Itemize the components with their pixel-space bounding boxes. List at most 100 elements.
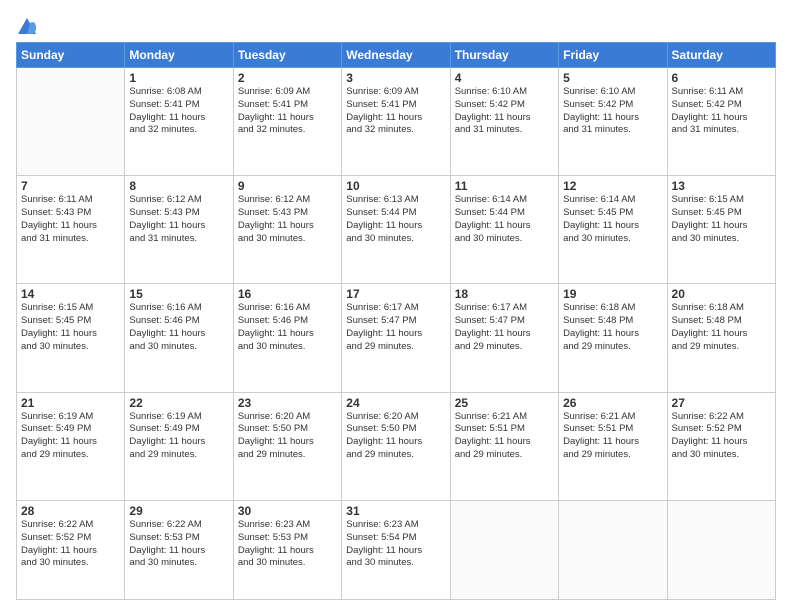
day-info: Sunrise: 6:22 AM Sunset: 5:52 PM Dayligh… xyxy=(672,411,771,462)
day-info: Sunrise: 6:20 AM Sunset: 5:50 PM Dayligh… xyxy=(238,411,337,462)
calendar-cell: 29Sunrise: 6:22 AM Sunset: 5:53 PM Dayli… xyxy=(125,500,233,599)
weekday-header-wednesday: Wednesday xyxy=(342,43,450,68)
day-info: Sunrise: 6:14 AM Sunset: 5:45 PM Dayligh… xyxy=(563,194,662,245)
day-info: Sunrise: 6:12 AM Sunset: 5:43 PM Dayligh… xyxy=(238,194,337,245)
calendar-week-row: 1Sunrise: 6:08 AM Sunset: 5:41 PM Daylig… xyxy=(17,68,776,176)
day-number: 11 xyxy=(455,179,554,193)
day-number: 1 xyxy=(129,71,228,85)
calendar-cell: 9Sunrise: 6:12 AM Sunset: 5:43 PM Daylig… xyxy=(233,176,341,284)
day-info: Sunrise: 6:22 AM Sunset: 5:52 PM Dayligh… xyxy=(21,519,120,570)
day-info: Sunrise: 6:17 AM Sunset: 5:47 PM Dayligh… xyxy=(346,302,445,353)
logo xyxy=(16,16,40,38)
weekday-header-tuesday: Tuesday xyxy=(233,43,341,68)
day-number: 28 xyxy=(21,504,120,518)
day-number: 16 xyxy=(238,287,337,301)
day-number: 3 xyxy=(346,71,445,85)
day-info: Sunrise: 6:21 AM Sunset: 5:51 PM Dayligh… xyxy=(455,411,554,462)
calendar-cell: 25Sunrise: 6:21 AM Sunset: 5:51 PM Dayli… xyxy=(450,392,558,500)
calendar-cell xyxy=(559,500,667,599)
calendar-header-row: SundayMondayTuesdayWednesdayThursdayFrid… xyxy=(17,43,776,68)
day-info: Sunrise: 6:14 AM Sunset: 5:44 PM Dayligh… xyxy=(455,194,554,245)
day-number: 21 xyxy=(21,396,120,410)
day-number: 24 xyxy=(346,396,445,410)
day-number: 29 xyxy=(129,504,228,518)
day-number: 15 xyxy=(129,287,228,301)
day-info: Sunrise: 6:19 AM Sunset: 5:49 PM Dayligh… xyxy=(21,411,120,462)
day-info: Sunrise: 6:17 AM Sunset: 5:47 PM Dayligh… xyxy=(455,302,554,353)
day-number: 23 xyxy=(238,396,337,410)
day-number: 18 xyxy=(455,287,554,301)
day-number: 12 xyxy=(563,179,662,193)
calendar-cell: 31Sunrise: 6:23 AM Sunset: 5:54 PM Dayli… xyxy=(342,500,450,599)
day-info: Sunrise: 6:23 AM Sunset: 5:54 PM Dayligh… xyxy=(346,519,445,570)
calendar-cell: 3Sunrise: 6:09 AM Sunset: 5:41 PM Daylig… xyxy=(342,68,450,176)
calendar-cell: 17Sunrise: 6:17 AM Sunset: 5:47 PM Dayli… xyxy=(342,284,450,392)
day-info: Sunrise: 6:20 AM Sunset: 5:50 PM Dayligh… xyxy=(346,411,445,462)
calendar-cell: 20Sunrise: 6:18 AM Sunset: 5:48 PM Dayli… xyxy=(667,284,775,392)
day-info: Sunrise: 6:16 AM Sunset: 5:46 PM Dayligh… xyxy=(129,302,228,353)
calendar-cell: 8Sunrise: 6:12 AM Sunset: 5:43 PM Daylig… xyxy=(125,176,233,284)
day-number: 27 xyxy=(672,396,771,410)
calendar-cell: 14Sunrise: 6:15 AM Sunset: 5:45 PM Dayli… xyxy=(17,284,125,392)
calendar-cell: 2Sunrise: 6:09 AM Sunset: 5:41 PM Daylig… xyxy=(233,68,341,176)
calendar-cell: 24Sunrise: 6:20 AM Sunset: 5:50 PM Dayli… xyxy=(342,392,450,500)
calendar-cell: 21Sunrise: 6:19 AM Sunset: 5:49 PM Dayli… xyxy=(17,392,125,500)
day-info: Sunrise: 6:15 AM Sunset: 5:45 PM Dayligh… xyxy=(21,302,120,353)
calendar-cell: 5Sunrise: 6:10 AM Sunset: 5:42 PM Daylig… xyxy=(559,68,667,176)
day-info: Sunrise: 6:19 AM Sunset: 5:49 PM Dayligh… xyxy=(129,411,228,462)
calendar-cell: 13Sunrise: 6:15 AM Sunset: 5:45 PM Dayli… xyxy=(667,176,775,284)
day-info: Sunrise: 6:09 AM Sunset: 5:41 PM Dayligh… xyxy=(238,86,337,137)
header xyxy=(16,12,776,38)
day-info: Sunrise: 6:12 AM Sunset: 5:43 PM Dayligh… xyxy=(129,194,228,245)
calendar-week-row: 7Sunrise: 6:11 AM Sunset: 5:43 PM Daylig… xyxy=(17,176,776,284)
day-number: 9 xyxy=(238,179,337,193)
calendar-table: SundayMondayTuesdayWednesdayThursdayFrid… xyxy=(16,42,776,600)
day-number: 7 xyxy=(21,179,120,193)
weekday-header-saturday: Saturday xyxy=(667,43,775,68)
calendar-cell: 22Sunrise: 6:19 AM Sunset: 5:49 PM Dayli… xyxy=(125,392,233,500)
logo-icon xyxy=(16,16,38,38)
day-info: Sunrise: 6:21 AM Sunset: 5:51 PM Dayligh… xyxy=(563,411,662,462)
day-number: 6 xyxy=(672,71,771,85)
day-number: 30 xyxy=(238,504,337,518)
day-info: Sunrise: 6:22 AM Sunset: 5:53 PM Dayligh… xyxy=(129,519,228,570)
day-info: Sunrise: 6:18 AM Sunset: 5:48 PM Dayligh… xyxy=(563,302,662,353)
calendar-cell: 26Sunrise: 6:21 AM Sunset: 5:51 PM Dayli… xyxy=(559,392,667,500)
day-number: 10 xyxy=(346,179,445,193)
calendar-cell: 4Sunrise: 6:10 AM Sunset: 5:42 PM Daylig… xyxy=(450,68,558,176)
day-number: 31 xyxy=(346,504,445,518)
weekday-header-friday: Friday xyxy=(559,43,667,68)
day-info: Sunrise: 6:11 AM Sunset: 5:43 PM Dayligh… xyxy=(21,194,120,245)
day-number: 17 xyxy=(346,287,445,301)
calendar-cell: 1Sunrise: 6:08 AM Sunset: 5:41 PM Daylig… xyxy=(125,68,233,176)
day-number: 25 xyxy=(455,396,554,410)
day-number: 22 xyxy=(129,396,228,410)
day-info: Sunrise: 6:16 AM Sunset: 5:46 PM Dayligh… xyxy=(238,302,337,353)
day-info: Sunrise: 6:09 AM Sunset: 5:41 PM Dayligh… xyxy=(346,86,445,137)
calendar-cell: 16Sunrise: 6:16 AM Sunset: 5:46 PM Dayli… xyxy=(233,284,341,392)
calendar-cell: 18Sunrise: 6:17 AM Sunset: 5:47 PM Dayli… xyxy=(450,284,558,392)
day-number: 20 xyxy=(672,287,771,301)
weekday-header-thursday: Thursday xyxy=(450,43,558,68)
day-info: Sunrise: 6:13 AM Sunset: 5:44 PM Dayligh… xyxy=(346,194,445,245)
calendar-week-row: 21Sunrise: 6:19 AM Sunset: 5:49 PM Dayli… xyxy=(17,392,776,500)
calendar-week-row: 28Sunrise: 6:22 AM Sunset: 5:52 PM Dayli… xyxy=(17,500,776,599)
calendar-week-row: 14Sunrise: 6:15 AM Sunset: 5:45 PM Dayli… xyxy=(17,284,776,392)
day-number: 19 xyxy=(563,287,662,301)
calendar-cell: 7Sunrise: 6:11 AM Sunset: 5:43 PM Daylig… xyxy=(17,176,125,284)
day-info: Sunrise: 6:11 AM Sunset: 5:42 PM Dayligh… xyxy=(672,86,771,137)
calendar-cell: 10Sunrise: 6:13 AM Sunset: 5:44 PM Dayli… xyxy=(342,176,450,284)
calendar-cell xyxy=(17,68,125,176)
calendar-cell: 27Sunrise: 6:22 AM Sunset: 5:52 PM Dayli… xyxy=(667,392,775,500)
day-number: 13 xyxy=(672,179,771,193)
weekday-header-sunday: Sunday xyxy=(17,43,125,68)
day-info: Sunrise: 6:23 AM Sunset: 5:53 PM Dayligh… xyxy=(238,519,337,570)
calendar-cell: 11Sunrise: 6:14 AM Sunset: 5:44 PM Dayli… xyxy=(450,176,558,284)
day-number: 5 xyxy=(563,71,662,85)
day-number: 26 xyxy=(563,396,662,410)
day-number: 14 xyxy=(21,287,120,301)
calendar-cell: 6Sunrise: 6:11 AM Sunset: 5:42 PM Daylig… xyxy=(667,68,775,176)
calendar-cell: 12Sunrise: 6:14 AM Sunset: 5:45 PM Dayli… xyxy=(559,176,667,284)
calendar-cell: 23Sunrise: 6:20 AM Sunset: 5:50 PM Dayli… xyxy=(233,392,341,500)
day-info: Sunrise: 6:15 AM Sunset: 5:45 PM Dayligh… xyxy=(672,194,771,245)
